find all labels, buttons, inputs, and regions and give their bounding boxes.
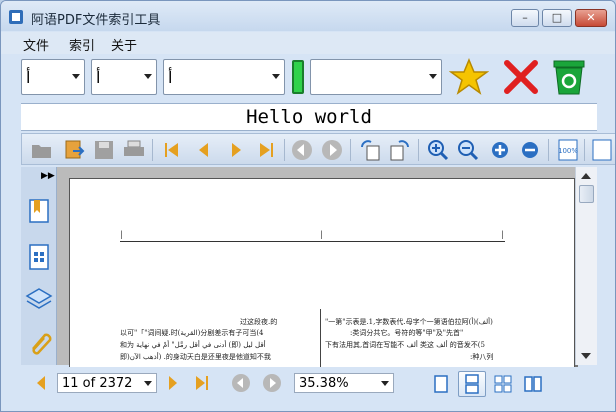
text-line: 即)أذهب الآن) .的身动天白是还里夜是他道知不我 (120, 353, 271, 361)
text-line: 以可"「"词间疑.时(القرية)分剧差示有子可当(4 (120, 329, 264, 337)
scroll-up-icon[interactable] (581, 173, 591, 179)
app-icon (9, 10, 23, 24)
layers-icon[interactable] (25, 285, 53, 313)
word-select[interactable] (310, 59, 442, 95)
next-page-icon[interactable] (163, 373, 183, 393)
letter-select-1[interactable]: أ (21, 59, 85, 95)
bookmark-icon[interactable] (25, 197, 53, 225)
status-bar: 11 of 2372 35.38% (1, 367, 615, 411)
two-page-icon[interactable] (489, 371, 517, 397)
export-icon[interactable] (62, 138, 86, 162)
svg-text:100%: 100% (558, 147, 578, 155)
close-x-icon[interactable] (501, 57, 541, 97)
prev-page-icon[interactable] (31, 373, 51, 393)
chevron-down-icon (144, 381, 152, 386)
column-divider (320, 309, 321, 369)
text-line: :种八列 (470, 353, 494, 361)
back-icon[interactable] (231, 373, 251, 393)
next-page-icon[interactable] (224, 138, 248, 162)
toolbar-separator (284, 139, 285, 161)
header-rule (120, 241, 505, 242)
letter-select-3[interactable]: أ (163, 59, 285, 95)
status-indicator (292, 60, 304, 94)
zoom-select[interactable]: 35.38% (294, 373, 394, 393)
forward-icon[interactable] (262, 373, 282, 393)
header-mark: | (320, 230, 323, 239)
chevron-down-icon (144, 74, 152, 79)
window-title: 阿语PDF文件索引工具 (31, 13, 161, 28)
menu-index[interactable]: 索引 (69, 35, 95, 54)
scroll-down-icon[interactable] (581, 353, 591, 359)
document-viewer[interactable]: | | | 过这段夜.的 以可"「"词间疑.时(القرية)分剧差示有子可当(… (57, 167, 597, 411)
zoom-value: 35.38% (299, 376, 349, 391)
header-mark: | (501, 230, 504, 239)
viewer-toolbar: 100% (21, 133, 615, 165)
letter-select-1-value: أ (26, 68, 31, 87)
first-page-icon[interactable] (160, 138, 184, 162)
text-line: :类词分共它。号符的等"甲"及"先首" (350, 329, 464, 337)
toolbar-separator (350, 139, 351, 161)
title-bar: 阿语PDF文件索引工具 – □ ✕ (1, 1, 615, 31)
attachment-icon[interactable] (25, 327, 53, 355)
zoom-plus-icon[interactable] (488, 138, 512, 162)
zoom-minus-icon[interactable] (518, 138, 542, 162)
prev-page-icon[interactable] (192, 138, 216, 162)
toolbar-separator (152, 139, 153, 161)
forward-icon[interactable] (320, 138, 344, 162)
page-thumbnails-icon[interactable] (25, 243, 53, 271)
navigation-sidebar: ▶▶ (21, 167, 57, 365)
letter-select-2-value: أ (96, 68, 101, 87)
print-icon[interactable] (122, 138, 146, 162)
toolbar-separator (584, 139, 585, 161)
text-line: "一第"示表是.1,字数表代.母字个一第语伯拉阿(أ)(ألف) (325, 318, 493, 326)
rotate-cw-icon[interactable] (358, 138, 382, 162)
rotate-ccw-icon[interactable] (388, 138, 412, 162)
chevron-down-icon (381, 381, 389, 386)
text-line: 和为 أدنى في أقل رمَّل" أمْ في نهاية (即) أ… (120, 341, 266, 349)
letter-select-2[interactable]: أ (91, 59, 157, 95)
single-page-icon[interactable] (427, 371, 455, 397)
star-icon[interactable] (448, 57, 490, 97)
header-mark: | (120, 230, 123, 239)
chevron-down-icon (272, 74, 280, 79)
scroll-thumb[interactable] (579, 185, 594, 203)
continuous-icon[interactable] (458, 371, 486, 397)
last-page-icon[interactable] (193, 373, 213, 393)
minimize-button[interactable]: – (511, 9, 539, 27)
close-button[interactable]: ✕ (575, 9, 607, 27)
sidebar-expand-icon[interactable]: ▶▶ (41, 171, 55, 181)
menu-bar: 文件 索引 关于 (1, 32, 615, 54)
last-page-icon[interactable] (254, 138, 278, 162)
toolbar-separator (548, 139, 549, 161)
text-line: 下有法用其,首词在写能不 ألف 类这 ألف 的音发不(5 (325, 341, 485, 349)
zoom-out-icon[interactable] (456, 138, 480, 162)
maximize-button[interactable]: □ (542, 9, 572, 27)
toolbar-separator (418, 139, 419, 161)
zoom-in-icon[interactable] (426, 138, 450, 162)
letter-select-3-value: أ (168, 68, 173, 87)
page-number-value: 11 of 2372 (62, 376, 133, 391)
text-line: 过这段夜.的 (240, 318, 278, 326)
document-heading: Hello world (21, 103, 597, 131)
fit-width-icon[interactable] (590, 138, 614, 162)
chevron-down-icon (72, 74, 80, 79)
actual-size-icon[interactable]: 100% (556, 138, 580, 162)
chevron-down-icon (429, 74, 437, 79)
recycle-bin-icon[interactable] (549, 57, 589, 97)
save-icon[interactable] (92, 138, 116, 162)
page-number-select[interactable]: 11 of 2372 (57, 373, 157, 393)
vertical-scrollbar[interactable] (575, 167, 597, 365)
two-page-continuous-icon[interactable] (519, 371, 547, 397)
open-folder-icon[interactable] (30, 138, 54, 162)
app-window: 阿语PDF文件索引工具 – □ ✕ 文件 索引 关于 أ أ أ Hello w… (0, 0, 616, 412)
menu-file[interactable]: 文件 (23, 35, 49, 54)
search-toolbar: أ أ أ (1, 55, 615, 101)
menu-about[interactable]: 关于 (111, 35, 137, 54)
back-icon[interactable] (290, 138, 314, 162)
